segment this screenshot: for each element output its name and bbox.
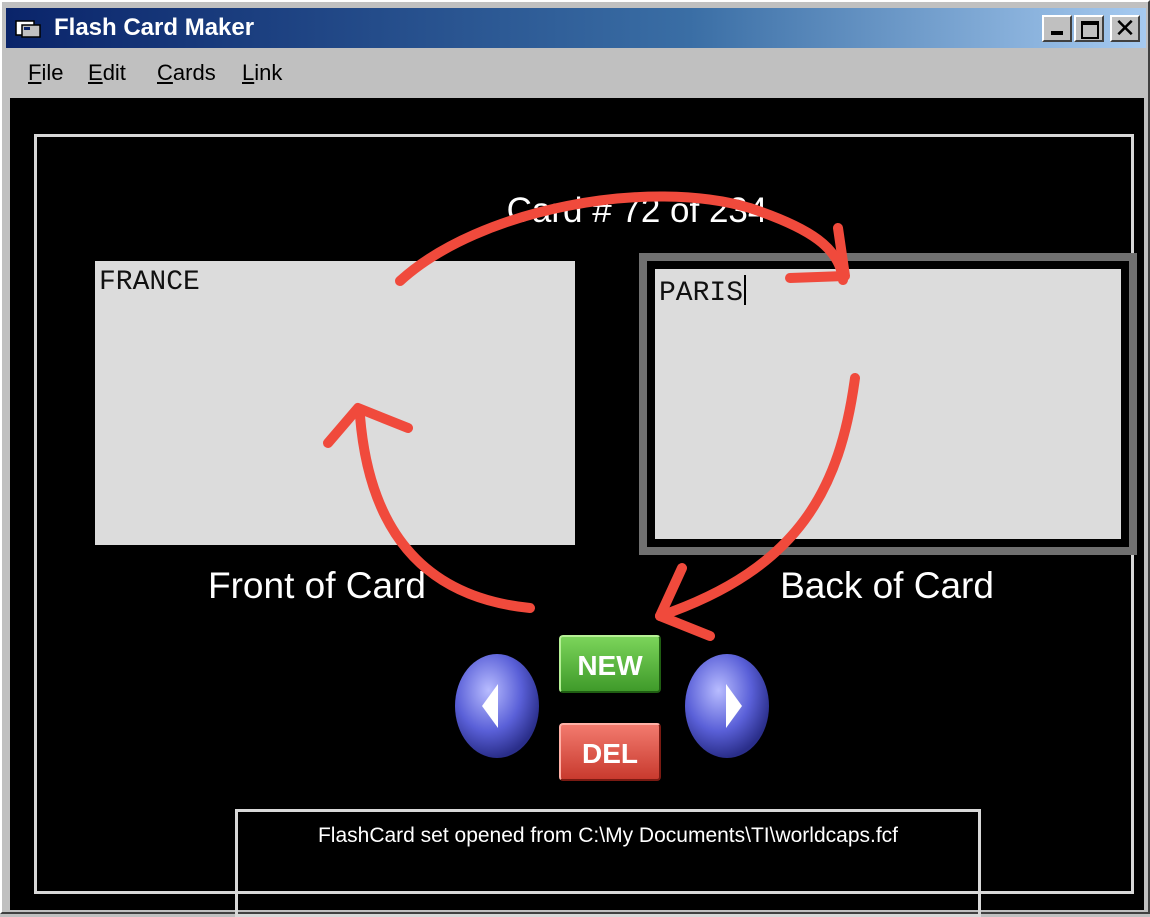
close-icon: ✕ bbox=[1114, 14, 1136, 44]
back-card-text: PARIS bbox=[659, 278, 744, 309]
back-card-field[interactable]: PARIS bbox=[655, 269, 1121, 539]
minimize-icon bbox=[1051, 31, 1063, 35]
maximize-icon bbox=[1081, 21, 1099, 39]
delete-card-button[interactable]: DEL bbox=[559, 723, 661, 781]
status-panel: FlashCard set opened from C:\My Document… bbox=[235, 809, 981, 917]
window-title: Flash Card Maker bbox=[54, 14, 255, 41]
app-window: Flash Card Maker ✕ File Edit Cards Link … bbox=[0, 0, 1150, 917]
title-bar[interactable]: Flash Card Maker ✕ bbox=[6, 8, 1146, 48]
menu-file[interactable]: File bbox=[28, 60, 63, 86]
previous-card-button[interactable] bbox=[452, 651, 542, 761]
front-caption: Front of Card bbox=[208, 565, 426, 606]
text-caret bbox=[744, 275, 747, 305]
menu-edit[interactable]: Edit bbox=[88, 60, 126, 86]
back-caption: Back of Card bbox=[780, 565, 994, 606]
menu-cards[interactable]: Cards bbox=[157, 60, 216, 86]
status-message: FlashCard set opened from C:\My Document… bbox=[317, 824, 899, 847]
new-card-button[interactable]: NEW bbox=[559, 635, 661, 693]
menu-bar: File Edit Cards Link bbox=[6, 54, 1146, 92]
next-card-button[interactable] bbox=[682, 651, 772, 761]
app-icon bbox=[15, 20, 41, 38]
maximize-button[interactable] bbox=[1074, 15, 1104, 42]
back-card-focus-border: PARIS bbox=[639, 253, 1137, 555]
client-area: Card # 72 of 234 FRANCE PARIS Front of C… bbox=[10, 98, 1144, 917]
card-panel-frame: Card # 72 of 234 FRANCE PARIS Front of C… bbox=[34, 134, 1137, 917]
close-button[interactable]: ✕ bbox=[1110, 14, 1140, 44]
minimize-button[interactable] bbox=[1042, 15, 1072, 42]
front-card-text: FRANCE bbox=[99, 267, 200, 298]
menu-link[interactable]: Link bbox=[242, 60, 282, 86]
front-card-field[interactable]: FRANCE bbox=[95, 261, 575, 545]
card-counter: Card # 72 of 234 bbox=[506, 191, 768, 230]
